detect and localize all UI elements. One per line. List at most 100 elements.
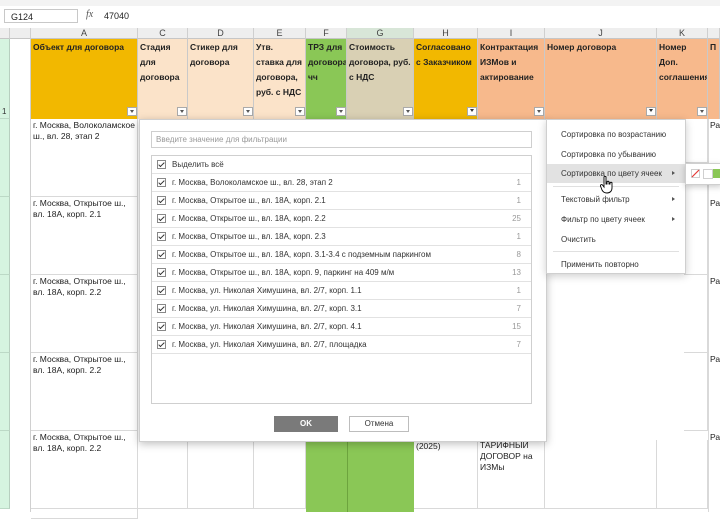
header-p[interactable]: П (708, 39, 720, 119)
cell-g-row6[interactable] (347, 440, 414, 512)
checkbox-checked-icon[interactable] (157, 214, 166, 223)
fx-icon[interactable]: fx (86, 9, 93, 20)
cell-a-row6[interactable]: г. Москва, Открытое ш., вл. 18А, корп. 2… (31, 431, 138, 509)
column-header-g[interactable]: G (347, 28, 414, 39)
menu-item-filter-by-cell-color[interactable]: Фильтр по цвету ячеек (547, 210, 685, 229)
filter-dropdown-f[interactable] (336, 107, 346, 116)
menu-item-clear[interactable]: Очистить (547, 230, 685, 249)
column-header-k[interactable]: K (657, 28, 708, 39)
filter-item-select-all[interactable]: Выделить всё (152, 156, 531, 174)
menu-item-reapply[interactable]: Применить повторно (547, 255, 685, 274)
cell-a-row4[interactable]: г. Москва, Открытое ш., вл. 18А, корп. 2… (31, 275, 138, 353)
column-header-d[interactable]: D (188, 28, 254, 39)
filter-item-label: г. Москва, Волоколамское ш., вл. 28, эта… (172, 178, 333, 187)
header-object[interactable]: Объект для договора (31, 39, 138, 119)
filter-item[interactable]: г. Москва, Волоколамское ш., вл. 28, эта… (152, 174, 531, 192)
filter-item[interactable]: г. Москва, ул. Николая Химушина, вл. 2/7… (152, 318, 531, 336)
checkbox-checked-icon[interactable] (157, 340, 166, 349)
cell-l-row3[interactable]: Ра (708, 197, 720, 211)
menu-item-sort-by-cell-color[interactable]: Сортировка по цвету ячеек (547, 164, 685, 183)
filter-dropdown-e[interactable] (295, 107, 305, 116)
cell-e-row6[interactable] (254, 440, 306, 509)
filter-item[interactable]: г. Москва, ул. Николая Химушина, вл. 2/7… (152, 282, 531, 300)
filter-item[interactable]: г. Москва, Открытое ш., вл. 18А, корп. 2… (152, 192, 531, 210)
column-header-hidden[interactable] (10, 28, 31, 39)
name-box[interactable]: G124 (4, 9, 78, 23)
filter-item[interactable]: г. Москва, Открытое ш., вл. 18А, корп. 3… (152, 246, 531, 264)
no-fill-color-icon[interactable] (691, 169, 700, 178)
filter-dropdown-g[interactable] (403, 107, 413, 116)
filter-funnel-j[interactable] (646, 107, 656, 116)
cell-a-row3[interactable]: г. Москва, Открытое ш., вл. 18А, корп. 2… (31, 197, 138, 275)
filter-funnel-h[interactable] (467, 107, 477, 116)
cell-l-row6[interactable]: Ра (708, 431, 720, 451)
column-header-c[interactable]: C (138, 28, 188, 39)
row-header[interactable] (0, 119, 10, 197)
checkbox-checked-icon[interactable] (157, 268, 166, 277)
cell-a-row5[interactable]: г. Москва, Открытое ш., вл. 18А, корп. 2… (31, 353, 138, 431)
cell-f-row6[interactable] (306, 440, 347, 512)
checkbox-checked-icon[interactable] (157, 322, 166, 331)
cancel-button[interactable]: Отмена (349, 416, 409, 432)
checkbox-checked-icon[interactable] (157, 160, 166, 169)
cell-a-row7[interactable] (31, 509, 138, 519)
column-header-a[interactable]: A (31, 28, 138, 39)
cell-l-row4[interactable]: Ра (708, 275, 720, 289)
checkbox-checked-icon[interactable] (157, 286, 166, 295)
hand-cursor-icon (600, 176, 613, 194)
cell-a-row2[interactable]: г. Москва, Волоколамское ш., вл. 28, эта… (31, 119, 138, 197)
filter-dropdown-a[interactable] (127, 107, 137, 116)
filter-item[interactable]: г. Москва, Открытое ш., вл. 18А, корп. 2… (152, 228, 531, 246)
cell-i-row6[interactable]: ТАРИФНЫЙ ДОГОВОР на ИЗМы (478, 436, 545, 509)
filter-dropdown-d[interactable] (243, 107, 253, 116)
menu-item-sort-ascending[interactable]: Сортировка по возрастанию (547, 125, 685, 144)
menu-item-sort-descending[interactable]: Сортировка по убыванию (547, 145, 685, 164)
filter-item[interactable]: г. Москва, Открытое ш., вл. 18А, корп. 9… (152, 264, 531, 282)
column-header-l[interactable] (708, 28, 720, 39)
checkbox-checked-icon[interactable] (157, 178, 166, 187)
column-header-i[interactable]: I (478, 28, 545, 39)
row-header-1[interactable]: 1 (0, 39, 10, 119)
cell-k-row3[interactable] (684, 185, 708, 275)
header-contract-number[interactable]: Номер договора (545, 39, 657, 119)
filter-values-list[interactable]: Выделить всё г. Москва, Волоколамское ш.… (151, 155, 532, 404)
filter-item[interactable]: г. Москва, ул. Николая Химушина, вл. 2/7… (152, 300, 531, 318)
menu-item-text-filter[interactable]: Текстовый фильтр (547, 190, 685, 209)
checkbox-checked-icon[interactable] (157, 196, 166, 205)
ok-button[interactable]: OK (274, 416, 338, 432)
row-header[interactable] (0, 197, 10, 275)
cell-k-row6[interactable] (657, 440, 708, 509)
cell-c-row6[interactable] (138, 440, 188, 509)
filter-dropdown-k[interactable] (697, 107, 707, 116)
column-header-f[interactable]: F (306, 28, 347, 39)
row-header[interactable] (0, 431, 10, 509)
filter-dropdown-c[interactable] (177, 107, 187, 116)
select-all-corner[interactable] (0, 28, 10, 39)
cell-j-row6[interactable] (545, 440, 657, 509)
green-color-swatch[interactable] (713, 169, 720, 178)
cell-h-row6[interactable]: (2025) (414, 440, 478, 509)
submenu-arrow-icon (672, 171, 675, 175)
filter-dropdown-i[interactable] (534, 107, 544, 116)
filter-search-input[interactable]: Введите значение для фильтрации (151, 131, 532, 148)
formula-input[interactable]: 47040 (104, 11, 129, 21)
filter-item-count: 25 (512, 214, 521, 223)
filter-item[interactable]: г. Москва, Открытое ш., вл. 18А, корп. 2… (152, 210, 531, 228)
cell-k-row4[interactable] (684, 275, 708, 353)
row-header[interactable] (0, 275, 10, 353)
checkbox-checked-icon[interactable] (157, 304, 166, 313)
column-header-h[interactable]: H (414, 28, 478, 39)
filter-item-count: 7 (516, 340, 521, 349)
row-header[interactable] (0, 353, 10, 431)
cell-k-row2[interactable] (684, 119, 708, 163)
checkbox-checked-icon[interactable] (157, 232, 166, 241)
cell-l-row2[interactable]: Ра (708, 119, 720, 133)
cell-l-row5[interactable]: Ра (708, 353, 720, 367)
filter-item[interactable]: г. Москва, ул. Николая Химушина, вл. 2/7… (152, 336, 531, 354)
cell-k-row5[interactable] (684, 353, 708, 431)
column-header-j[interactable]: J (545, 28, 657, 39)
white-color-swatch[interactable] (703, 169, 713, 179)
checkbox-checked-icon[interactable] (157, 250, 166, 259)
cell-d-row6[interactable] (188, 440, 254, 509)
column-header-e[interactable]: E (254, 28, 306, 39)
